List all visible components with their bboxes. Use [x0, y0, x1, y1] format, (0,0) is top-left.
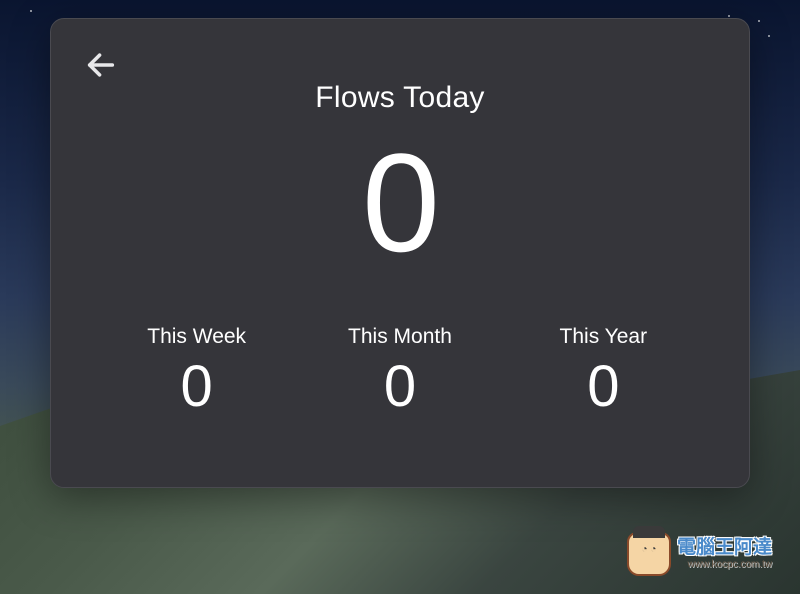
stat-month: This Month 0 — [298, 325, 501, 419]
stat-value: 0 — [502, 355, 705, 419]
watermark: 電腦王阿達 www.kocpc.com.tw — [627, 532, 772, 576]
stats-row: This Week 0 This Month 0 This Year 0 — [83, 325, 717, 419]
stat-label: This Week — [95, 325, 298, 349]
stat-label: This Year — [502, 325, 705, 349]
main-stat-title: Flows Today — [83, 81, 717, 115]
watermark-text: 電腦王阿達 www.kocpc.com.tw — [677, 538, 772, 570]
main-stat: Flows Today 0 — [83, 81, 717, 273]
back-button[interactable] — [83, 47, 119, 83]
stat-year: This Year 0 — [502, 325, 705, 419]
stat-week: This Week 0 — [95, 325, 298, 419]
main-stat-value: 0 — [83, 133, 717, 273]
stat-value: 0 — [95, 355, 298, 419]
arrow-left-icon — [84, 48, 118, 82]
watermark-url: www.kocpc.com.tw — [677, 559, 772, 570]
stats-card: Flows Today 0 This Week 0 This Month 0 T… — [50, 18, 750, 488]
watermark-title: 電腦王阿達 — [677, 538, 772, 559]
stat-label: This Month — [298, 325, 501, 349]
stat-value: 0 — [298, 355, 501, 419]
watermark-mascot-icon — [627, 532, 671, 576]
